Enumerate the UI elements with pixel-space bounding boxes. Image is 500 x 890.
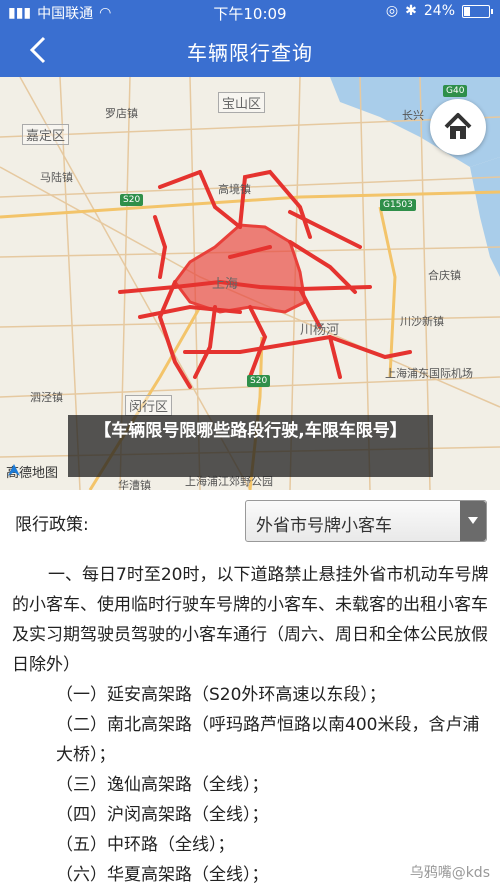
policy-item: （四）沪闵高架路（全线）； <box>56 805 269 825</box>
home-button[interactable] <box>430 99 486 155</box>
status-bar: ▮▮▮ 中国联通 ◠ 下午10:09 ◎ ✱ 24% <box>0 0 500 24</box>
battery-icon <box>462 4 493 18</box>
policy-content: 一、每日7时至20时，以下道路禁止悬挂外省市机动车号牌的小客车、使用临时行驶车号… <box>12 560 490 890</box>
watermark: 乌鸦嘴@kds <box>409 865 490 881</box>
policy-row: 限行政策: 外省市号牌小客车 <box>0 490 500 552</box>
map-label-baoshan: 宝山区 <box>218 92 266 113</box>
nav-bar: 车辆限行查询 <box>0 24 500 77</box>
bluetooth-icon: ✱ <box>405 3 417 19</box>
policy-item: （一）延安高架路（S20外环高速以东段）； <box>56 685 386 705</box>
map-label-minhang: 闵行区 <box>125 395 173 416</box>
policy-item: （二）南北高架路（呼玛路芦恒路以南400米段，含卢浦大桥）； <box>56 715 480 765</box>
policy-item: （三）逸仙高架路（全线）； <box>56 775 269 795</box>
page-title: 车辆限行查询 <box>187 41 313 65</box>
policy-intro: 一、每日7时至20时，以下道路禁止悬挂外省市机动车号牌的小客车、使用临时行驶车号… <box>12 565 489 675</box>
battery-percent: 24% <box>423 3 455 19</box>
policy-select[interactable]: 外省市号牌小客车 <box>245 500 487 542</box>
map-label-gaojing: 高境镇 <box>218 183 251 196</box>
highway-shield: S20 <box>120 194 144 206</box>
policy-item: （五）中环路（全线）； <box>56 835 235 855</box>
home-icon <box>444 113 472 139</box>
policy-label: 限行政策: <box>15 515 89 535</box>
dropdown-arrow-icon[interactable] <box>460 501 486 541</box>
map-label-chuansha: 川沙新镇 <box>400 315 444 328</box>
map-label-chuanyang: 川杨河 <box>300 323 340 338</box>
map-label-zhuanqiao: 华漕镇 <box>118 479 151 490</box>
map-label-heqing: 合庆镇 <box>428 269 461 282</box>
map-label-jiading: 嘉定区 <box>22 124 70 145</box>
map-label-changxing: 长兴 <box>402 109 424 122</box>
map-label-malu: 马陆镇 <box>40 171 73 184</box>
amap-logo-icon <box>8 464 20 476</box>
highway-shield: G40 <box>443 85 468 97</box>
map-logo: 高德地图 <box>6 462 58 481</box>
policy-select-value: 外省市号牌小客车 <box>256 516 392 536</box>
map-label-pudong-airport: 上海浦东国际机场 <box>385 367 473 380</box>
article-title-overlay: 【车辆限号限哪些路段行驶,车限车限号】 <box>68 415 433 477</box>
highway-shield: G1503 <box>380 199 416 211</box>
map-label-sijing: 泗泾镇 <box>30 391 63 404</box>
highway-shield: S20 <box>247 375 271 387</box>
map-label-shanghai: 上海 <box>212 277 239 292</box>
alarm-icon: ◎ <box>385 3 399 19</box>
map-label-luodian: 罗店镇 <box>105 107 138 120</box>
